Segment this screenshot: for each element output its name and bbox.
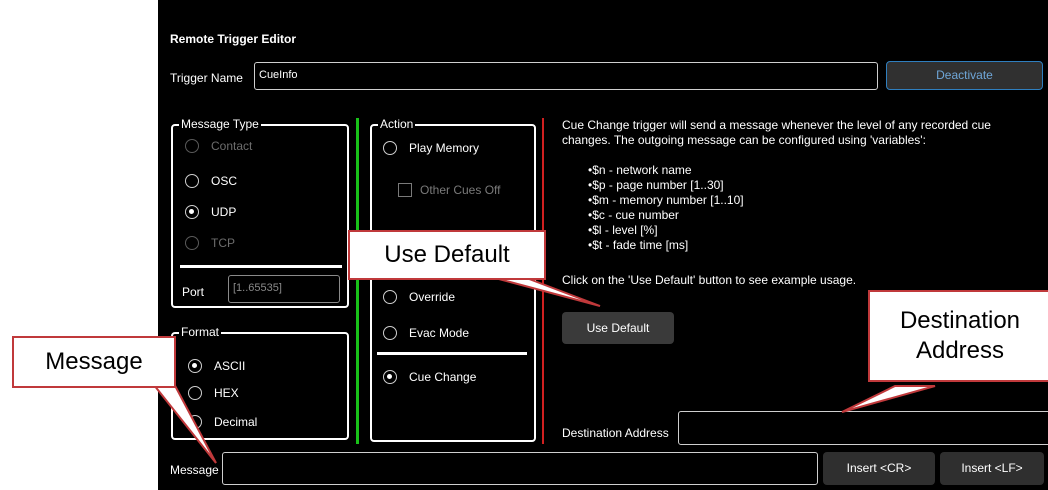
radio-contact-label: Contact (211, 139, 253, 153)
message-label: Message (170, 463, 219, 477)
radio-ascii-label: ASCII (214, 359, 246, 373)
message-callout-text: Message (45, 348, 143, 375)
radio-selected-icon (188, 359, 202, 373)
trigger-description: Cue Change trigger will send a message w… (562, 118, 991, 147)
radio-ascii[interactable]: ASCII (188, 359, 245, 373)
radio-play-memory[interactable]: Play Memory (383, 141, 479, 155)
radio-circle-icon (185, 139, 199, 153)
other-cues-off-checkbox[interactable]: Other Cues Off (398, 183, 500, 197)
radio-decimal-label: Decimal (214, 415, 258, 429)
radio-override-label: Override (409, 290, 456, 304)
use-default-callout-text: Use Default (384, 241, 510, 268)
green-divider (356, 118, 359, 444)
insert-lf-button[interactable]: Insert <LF> (940, 452, 1044, 485)
insert-cr-button[interactable]: Insert <CR> (823, 452, 935, 485)
red-divider (542, 118, 544, 444)
radio-cue-change[interactable]: Cue Change (383, 370, 476, 384)
trigger-name-input[interactable]: CueInfo (254, 62, 878, 90)
radio-cue-change-label: Cue Change (409, 370, 477, 384)
radio-hex[interactable]: HEX (188, 386, 239, 400)
radio-override[interactable]: Override (383, 290, 455, 304)
destination-callout-line2: Address (915, 337, 1005, 364)
variables-list: $n - network name $p - page number [1..3… (588, 163, 744, 253)
radio-osc-label: OSC (211, 174, 238, 188)
variable-item: $t - fade time [ms] (588, 238, 744, 253)
action-group: Action (370, 117, 536, 442)
action-divider (377, 352, 527, 355)
message-input[interactable] (222, 452, 818, 485)
radio-play-memory-label: Play Memory (409, 141, 480, 155)
deactivate-button[interactable]: Deactivate (886, 61, 1043, 90)
destination-address-label: Destination Address (562, 426, 669, 440)
radio-evac-mode-label: Evac Mode (409, 326, 470, 340)
radio-hex-label: HEX (214, 386, 239, 400)
action-legend: Action (378, 117, 416, 131)
radio-tcp[interactable]: TCP (185, 236, 235, 250)
variable-item: $c - cue number (588, 208, 744, 223)
variable-item: $p - page number [1..30] (588, 178, 744, 193)
use-default-callout: Use Default (348, 230, 546, 280)
destination-address-input[interactable] (678, 411, 1048, 445)
other-cues-off-label: Other Cues Off (420, 183, 501, 197)
radio-decimal[interactable]: Decimal (188, 415, 257, 429)
radio-circle-icon (383, 326, 397, 340)
message-type-divider (180, 265, 342, 268)
use-default-button[interactable]: Use Default (562, 312, 674, 344)
radio-selected-icon (383, 370, 397, 384)
radio-circle-icon (383, 141, 397, 155)
radio-evac-mode[interactable]: Evac Mode (383, 326, 469, 340)
radio-circle-icon (188, 415, 202, 429)
destination-callout: Destination Address (868, 290, 1048, 382)
use-default-hint: Click on the 'Use Default' button to see… (562, 273, 857, 287)
radio-selected-icon (185, 205, 199, 219)
variable-item: $n - network name (588, 163, 744, 178)
radio-contact[interactable]: Contact (185, 139, 252, 153)
format-legend: Format (179, 325, 222, 339)
port-input[interactable]: [1..65535] (228, 275, 340, 303)
message-callout: Message (12, 336, 176, 388)
destination-callout-line1: Destination (899, 307, 1021, 334)
radio-circle-icon (188, 386, 202, 400)
radio-circle-icon (185, 236, 199, 250)
radio-circle-icon (185, 174, 199, 188)
radio-circle-icon (383, 290, 397, 304)
message-type-legend: Message Type (179, 117, 261, 131)
variable-item: $l - level [%] (588, 223, 744, 238)
radio-osc[interactable]: OSC (185, 174, 237, 188)
trigger-name-label: Trigger Name (170, 71, 243, 85)
radio-tcp-label: TCP (211, 236, 235, 250)
port-label: Port (182, 285, 205, 299)
radio-udp[interactable]: UDP (185, 205, 236, 219)
remote-trigger-editor-window: Remote Trigger Editor Trigger Name CueIn… (158, 0, 1048, 490)
variable-item: $m - memory number [1..10] (588, 193, 743, 208)
window-title: Remote Trigger Editor (170, 32, 297, 46)
checkbox-icon (398, 183, 412, 197)
radio-udp-label: UDP (211, 205, 237, 219)
